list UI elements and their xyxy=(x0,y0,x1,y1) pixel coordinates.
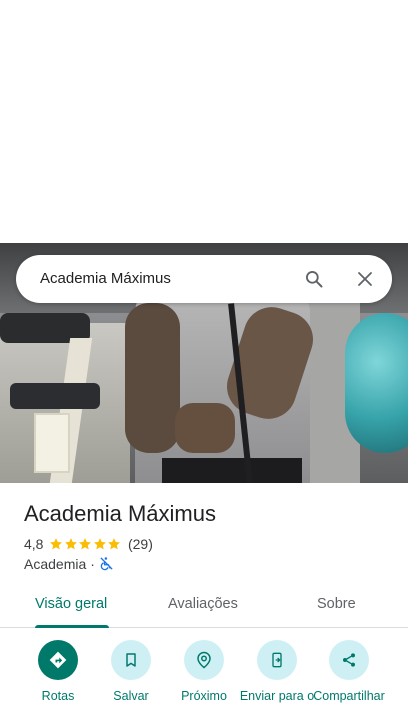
search-bar[interactable]: Academia Máximus xyxy=(16,255,392,303)
place-title: Academia Máximus xyxy=(24,501,216,526)
star-icon xyxy=(108,538,121,550)
share-label: Compartilhar xyxy=(313,689,385,703)
save-label: Salvar xyxy=(113,689,149,703)
star-icon xyxy=(50,538,63,550)
search-input[interactable]: Academia Máximus xyxy=(40,270,171,287)
star-rating xyxy=(49,537,122,551)
category-label: Academia xyxy=(24,556,87,572)
nearby-button[interactable]: Próximo xyxy=(164,640,244,704)
tab-overview[interactable]: Visão geral xyxy=(35,596,107,612)
review-count: (29) xyxy=(127,536,153,552)
map-area xyxy=(0,0,408,243)
send-to-phone-button[interactable]: Enviar para o xyxy=(237,640,317,704)
directions-icon xyxy=(49,651,67,669)
share-icon xyxy=(343,653,355,667)
send-to-phone-icon xyxy=(272,652,282,668)
active-tab-indicator xyxy=(35,625,109,628)
action-bar: Rotas Salvar Próximo Enviar para o Compa… xyxy=(0,640,408,726)
place-tabs: Visão geral Avaliações Sobre xyxy=(0,586,408,628)
rating-value: 4,8 xyxy=(24,536,44,552)
not-wheelchair-accessible-icon xyxy=(99,556,115,572)
category-row: Academia · xyxy=(24,556,115,572)
star-icon xyxy=(65,538,77,550)
directions-label: Rotas xyxy=(41,689,75,703)
rating-row[interactable]: 4,8 (29) xyxy=(24,536,153,552)
nearby-label: Próximo xyxy=(181,689,227,703)
close-icon[interactable] xyxy=(353,267,377,291)
tab-about[interactable]: Sobre xyxy=(317,596,356,612)
bookmark-icon xyxy=(126,653,136,667)
share-button[interactable]: Compartilhar xyxy=(309,640,389,704)
separator: · xyxy=(90,556,95,572)
nearby-icon xyxy=(197,651,211,669)
search-icon[interactable] xyxy=(302,267,326,291)
send-to-phone-label: Enviar para o xyxy=(239,689,315,703)
directions-button[interactable]: Rotas xyxy=(18,640,98,704)
star-icon xyxy=(79,538,92,550)
tab-reviews[interactable]: Avaliações xyxy=(168,596,238,612)
star-icon xyxy=(94,538,106,550)
save-button[interactable]: Salvar xyxy=(91,640,171,704)
